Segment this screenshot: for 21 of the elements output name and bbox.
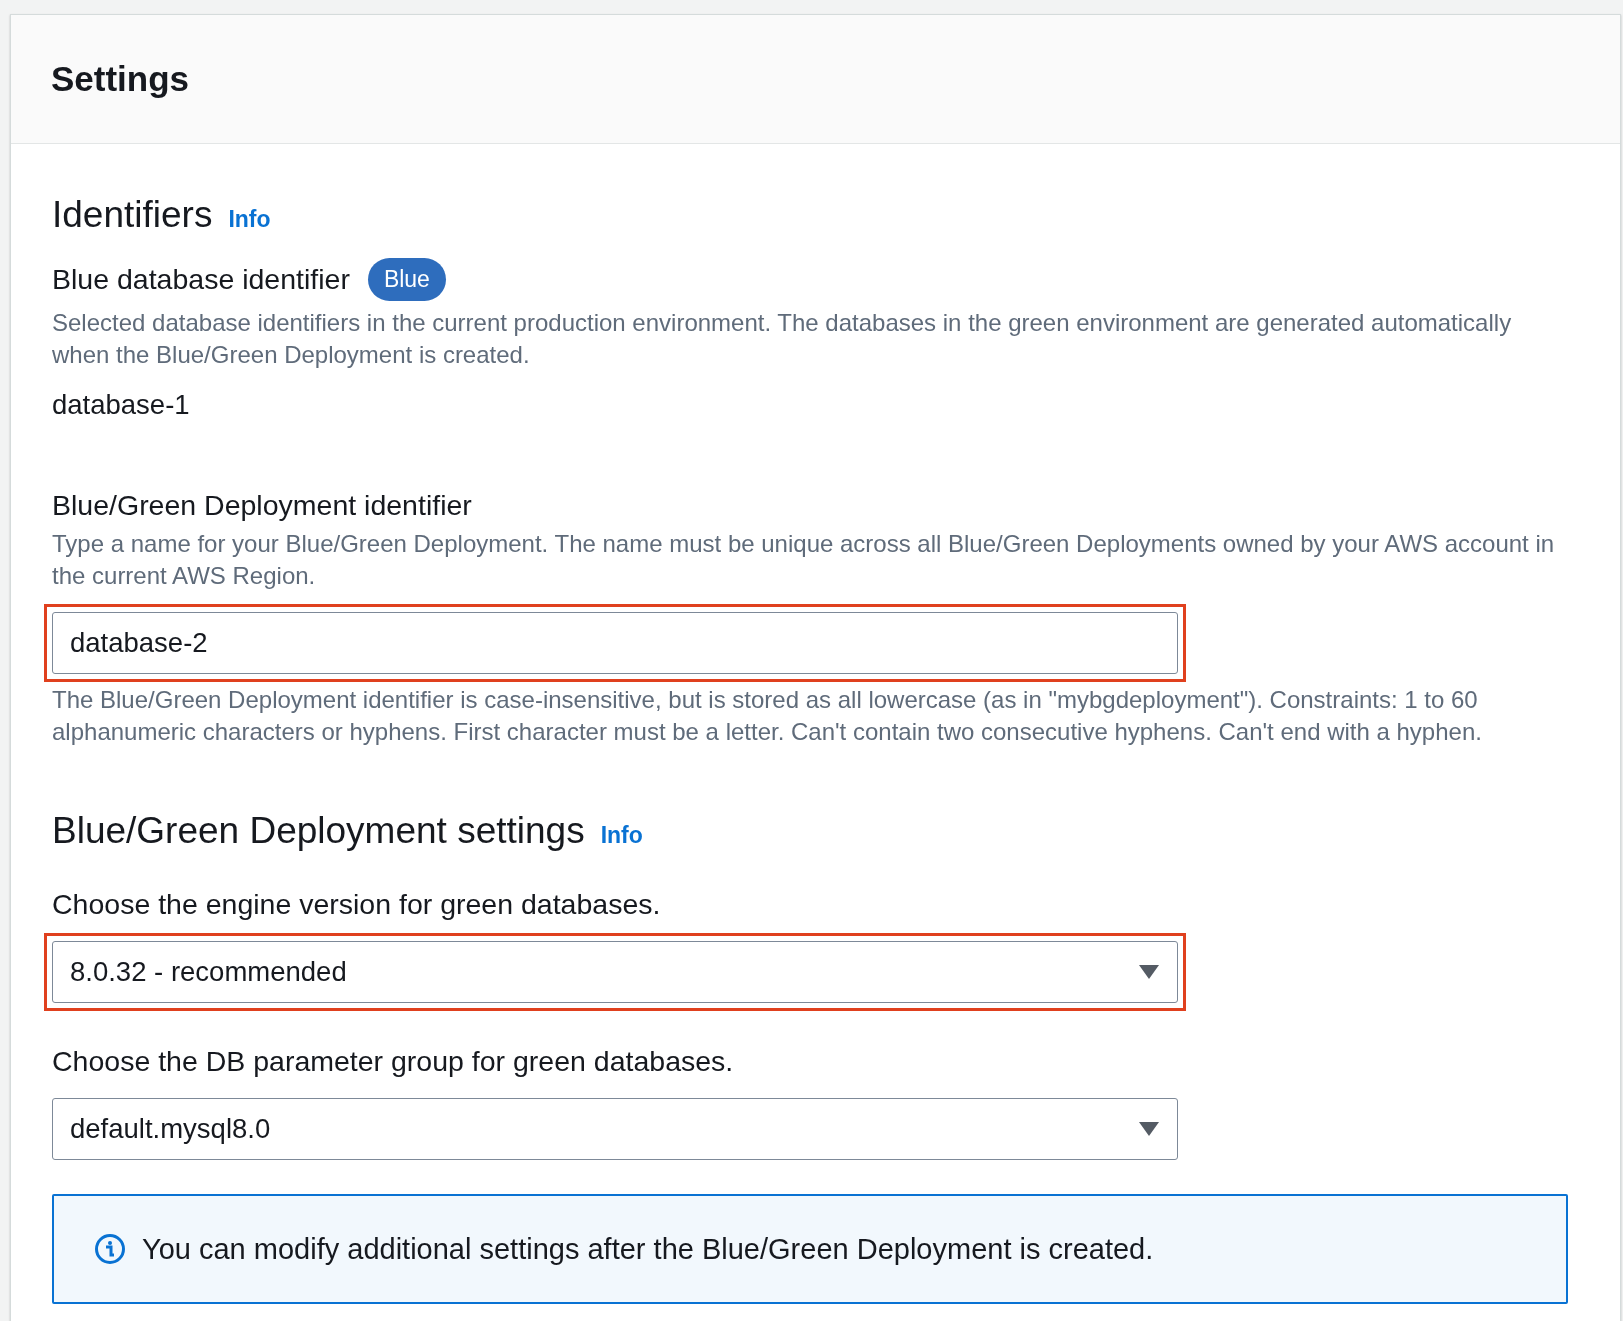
section-heading: Blue/Green Deployment settings xyxy=(52,810,585,852)
status-badge: Blue xyxy=(367,258,446,301)
field-label: Blue database identifier xyxy=(52,263,350,296)
info-icon xyxy=(94,1233,126,1265)
panel-title: Settings xyxy=(51,59,190,99)
info-link[interactable]: Info xyxy=(228,206,271,233)
info-link[interactable]: Info xyxy=(600,822,643,849)
caret-icon xyxy=(1138,964,1160,980)
caret-icon xyxy=(1138,1121,1160,1137)
section-heading: Identifiers xyxy=(52,194,213,236)
field-description: Selected database identifiers in the current production environment. The databases in the green environment are generated automatically when the Blue/Green Deployment is created. xyxy=(52,308,1513,370)
constraint-text: The Blue/Green Deployment identifier is case-insensitive, but is stored as all lowercase (as in "mybgdeployment"). Constraints: 1 to 60 alphanumeric characters or hyphens. First character must be a letter. Can't contain two consecutive hyphens. Can't end with a hyphen. xyxy=(52,685,1483,747)
dropdown-field[interactable]: default.mysql8.0 xyxy=(52,1098,1178,1160)
alert-text: You can modify additional settings after the Blue/Green Deployment is created. xyxy=(142,1232,1154,1266)
field-value: database-1 xyxy=(52,389,191,421)
text-input[interactable]: database-2 xyxy=(52,612,1178,674)
field-label: Choose the DB parameter group for green databases. xyxy=(52,1045,734,1078)
dropdown-field[interactable]: 8.0.32 - recommended xyxy=(52,941,1178,1003)
field-label: Choose the engine version for green databases. xyxy=(52,888,661,921)
field-label: Blue/Green Deployment identifier xyxy=(52,489,472,522)
field-description: Type a name for your Blue/Green Deployment. The name must be unique across all Blue/Green Deployments owned by your AWS account in the current AWS Region. xyxy=(52,529,1556,591)
